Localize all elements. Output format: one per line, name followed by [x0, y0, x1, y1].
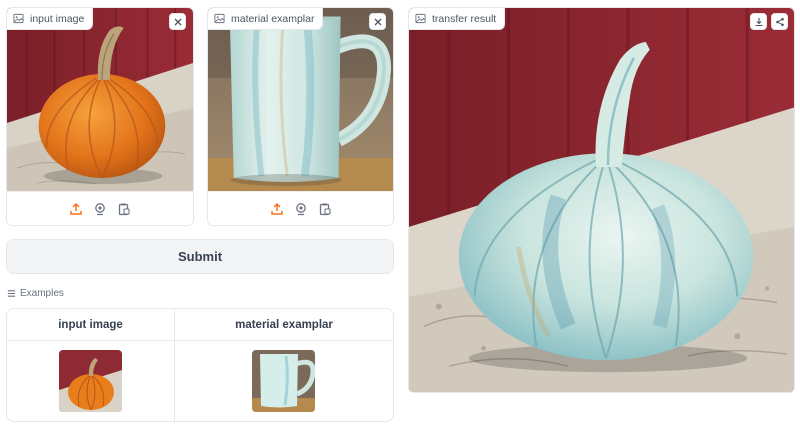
orange-pumpkin-thumbnail — [59, 350, 122, 412]
examples-title: Examples — [20, 288, 64, 299]
glazed-pumpkin-image — [409, 8, 794, 392]
examples-column-input-image: input image — [7, 309, 175, 421]
download-button[interactable] — [750, 13, 767, 30]
submit-button[interactable]: Submit — [6, 239, 394, 274]
input-image-source-toolbar — [7, 191, 193, 225]
examples-header-material-exemplar: material examplar — [175, 309, 393, 341]
input-image-clear-button[interactable] — [169, 13, 186, 30]
webcam-button[interactable] — [93, 202, 107, 216]
share-icon — [775, 17, 784, 26]
material-exemplar-clear-button[interactable] — [369, 13, 386, 30]
material-exemplar-preview — [208, 8, 393, 193]
upload-icon — [270, 202, 283, 215]
upload-button[interactable] — [69, 202, 83, 216]
input-image-label: input image — [30, 12, 85, 25]
transfer-result-label: transfer result — [432, 12, 497, 25]
download-icon — [755, 17, 762, 26]
input-image-label-chip: input image — [7, 8, 94, 30]
transfer-result-preview — [409, 8, 794, 392]
material-exemplar-source-toolbar — [208, 191, 393, 225]
webcam-button[interactable] — [294, 202, 308, 216]
image-icon — [415, 13, 426, 24]
glazed-mug-thumbnail — [252, 350, 315, 412]
clipboard-button[interactable] — [117, 202, 131, 216]
example-material-thumbnail[interactable] — [252, 350, 315, 412]
input-image-preview — [7, 8, 193, 193]
material-exemplar-label-chip: material examplar — [208, 8, 324, 30]
close-icon — [174, 18, 181, 25]
example-input-thumbnail[interactable] — [59, 350, 122, 412]
examples-table: input image material examplar — [6, 308, 394, 422]
glazed-mug-image — [208, 8, 393, 193]
examples-header-input-image: input image — [7, 309, 174, 341]
transfer-result-panel: transfer result — [408, 7, 795, 393]
examples-heading: Examples — [7, 288, 64, 299]
image-icon — [13, 13, 24, 24]
upload-icon — [70, 202, 82, 215]
input-image-panel[interactable]: input image — [6, 7, 194, 226]
orange-pumpkin-image — [7, 8, 193, 193]
material-exemplar-label: material examplar — [231, 12, 315, 25]
list-icon — [7, 290, 16, 297]
webcam-icon — [295, 202, 306, 215]
share-button[interactable] — [771, 13, 788, 30]
image-icon — [214, 13, 225, 24]
clipboard-button[interactable] — [318, 202, 332, 216]
clipboard-paste-icon — [319, 203, 331, 215]
transfer-result-label-chip: transfer result — [409, 8, 506, 30]
upload-button[interactable] — [270, 202, 284, 216]
clipboard-paste-icon — [118, 203, 130, 215]
material-exemplar-panel[interactable]: material examplar — [207, 7, 394, 226]
webcam-icon — [95, 202, 105, 215]
close-icon — [374, 18, 381, 25]
examples-column-material-exemplar: material examplar — [175, 309, 393, 421]
